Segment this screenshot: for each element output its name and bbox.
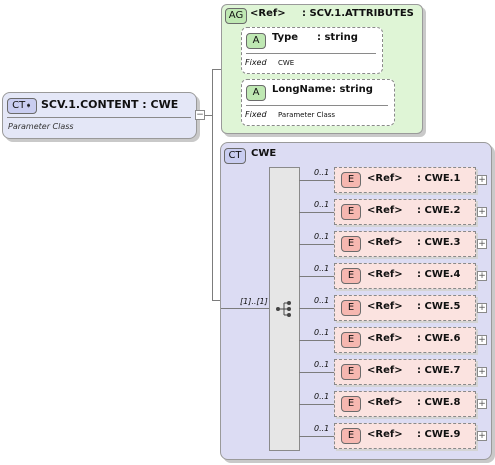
- element-name: : CWE.1: [417, 173, 461, 184]
- multiplicity-label: [1]..[1]: [240, 297, 268, 306]
- expand-icon[interactable]: +: [477, 271, 487, 281]
- element-ref: <Ref>: [367, 237, 403, 248]
- expand-icon[interactable]: +: [477, 367, 487, 377]
- attribute-divider: [246, 53, 376, 54]
- element-badge: E: [341, 396, 361, 412]
- element-box[interactable]: E <Ref> : CWE.5: [334, 295, 476, 321]
- expand-icon[interactable]: +: [477, 239, 487, 249]
- attribute-group-badge: AG: [225, 8, 247, 24]
- element-connector: [299, 372, 334, 373]
- element-badge: E: [341, 204, 361, 220]
- element-box[interactable]: E <Ref> : CWE.3: [334, 231, 476, 257]
- attribute-box-longname[interactable]: A LongName : string Fixed Parameter Clas…: [241, 79, 395, 126]
- content-type-box[interactable]: CT➧ SCV.1.CONTENT : CWE Parameter Class: [2, 92, 197, 139]
- element-occurs-label: 0..1: [314, 392, 330, 401]
- connector-main-horizontal: [205, 115, 212, 116]
- element-ref: <Ref>: [367, 397, 403, 408]
- element-name: : CWE.2: [417, 205, 461, 216]
- element-name: : CWE.9: [417, 429, 461, 440]
- content-type-divider: [7, 117, 191, 118]
- element-connector: [299, 340, 334, 341]
- element-box[interactable]: E <Ref> : CWE.8: [334, 391, 476, 417]
- element-badge: E: [341, 428, 361, 444]
- attribute-fixed-label: Fixed: [245, 58, 267, 67]
- element-ref: <Ref>: [367, 269, 403, 280]
- element-box[interactable]: E <Ref> : CWE.1: [334, 167, 476, 193]
- element-occurs-label: 0..1: [314, 424, 330, 433]
- complex-type-badge: CT: [224, 148, 246, 164]
- attribute-divider: [246, 105, 388, 106]
- element-connector: [299, 180, 334, 181]
- element-badge: E: [341, 268, 361, 284]
- content-type-description: Parameter Class: [8, 122, 74, 131]
- expand-icon[interactable]: +: [477, 175, 487, 185]
- attribute-name: Type: [272, 32, 299, 43]
- sequence-icon: [276, 301, 291, 317]
- attribute-type: : string: [332, 84, 373, 95]
- element-name: : CWE.3: [417, 237, 461, 248]
- attribute-badge: A: [246, 85, 266, 101]
- element-connector: [299, 244, 334, 245]
- element-name: : CWE.4: [417, 269, 461, 280]
- attribute-box-type[interactable]: A Type : string Fixed CWE: [241, 27, 383, 74]
- element-ref: <Ref>: [367, 301, 403, 312]
- element-ref: <Ref>: [367, 205, 403, 216]
- element-occurs-label: 0..1: [314, 232, 330, 241]
- attribute-badge: A: [246, 33, 266, 49]
- element-name: : CWE.5: [417, 301, 461, 312]
- element-box[interactable]: E <Ref> : CWE.2: [334, 199, 476, 225]
- element-box[interactable]: E <Ref> : CWE.4: [334, 263, 476, 289]
- element-connector: [299, 404, 334, 405]
- sequence-compositor[interactable]: [269, 167, 300, 451]
- attribute-name: LongName: [272, 84, 332, 95]
- element-badge: E: [341, 236, 361, 252]
- connector-to-attribute-group: [212, 69, 221, 70]
- attribute-type: : string: [317, 32, 358, 43]
- element-ref: <Ref>: [367, 333, 403, 344]
- element-occurs-label: 0..1: [314, 264, 330, 273]
- element-badge: E: [341, 300, 361, 316]
- element-occurs-label: 0..1: [314, 168, 330, 177]
- expand-icon[interactable]: +: [477, 399, 487, 409]
- connector-to-sequence: [221, 308, 269, 309]
- element-badge: E: [341, 364, 361, 380]
- expand-icon[interactable]: +: [477, 431, 487, 441]
- element-name: : CWE.8: [417, 397, 461, 408]
- content-type-collapse-icon[interactable]: −: [195, 110, 205, 120]
- element-connector: [299, 212, 334, 213]
- attribute-fixed-value: Parameter Class: [278, 111, 336, 119]
- element-occurs-label: 0..1: [314, 296, 330, 305]
- element-occurs-label: 0..1: [314, 200, 330, 209]
- attribute-fixed-value: CWE: [278, 59, 295, 67]
- element-box[interactable]: E <Ref> : CWE.6: [334, 327, 476, 353]
- element-name: : CWE.7: [417, 365, 461, 376]
- complex-type-name: CWE: [251, 148, 277, 159]
- element-ref: <Ref>: [367, 365, 403, 376]
- attribute-group-box[interactable]: AG <Ref> : SCV.1.ATTRIBUTES A Type : str…: [221, 4, 423, 134]
- attribute-fixed-label: Fixed: [245, 110, 267, 119]
- element-occurs-label: 0..1: [314, 328, 330, 337]
- element-box[interactable]: E <Ref> : CWE.7: [334, 359, 476, 385]
- element-name: : CWE.6: [417, 333, 461, 344]
- expand-icon[interactable]: +: [477, 303, 487, 313]
- expand-icon[interactable]: +: [477, 335, 487, 345]
- content-type-name: SCV.1.CONTENT : CWE: [41, 98, 179, 111]
- attribute-group-name: : SCV.1.ATTRIBUTES: [302, 8, 414, 19]
- connector-main-vertical: [212, 69, 213, 300]
- expand-icon[interactable]: +: [477, 207, 487, 217]
- element-box[interactable]: E <Ref> : CWE.9: [334, 423, 476, 449]
- element-badge: E: [341, 172, 361, 188]
- content-type-badge: CT➧: [7, 98, 37, 114]
- attribute-group-ref: <Ref>: [250, 8, 286, 19]
- element-ref: <Ref>: [367, 173, 403, 184]
- element-occurs-label: 0..1: [314, 360, 330, 369]
- element-ref: <Ref>: [367, 429, 403, 440]
- element-connector: [299, 436, 334, 437]
- element-connector: [299, 276, 334, 277]
- element-connector: [299, 308, 334, 309]
- element-badge: E: [341, 332, 361, 348]
